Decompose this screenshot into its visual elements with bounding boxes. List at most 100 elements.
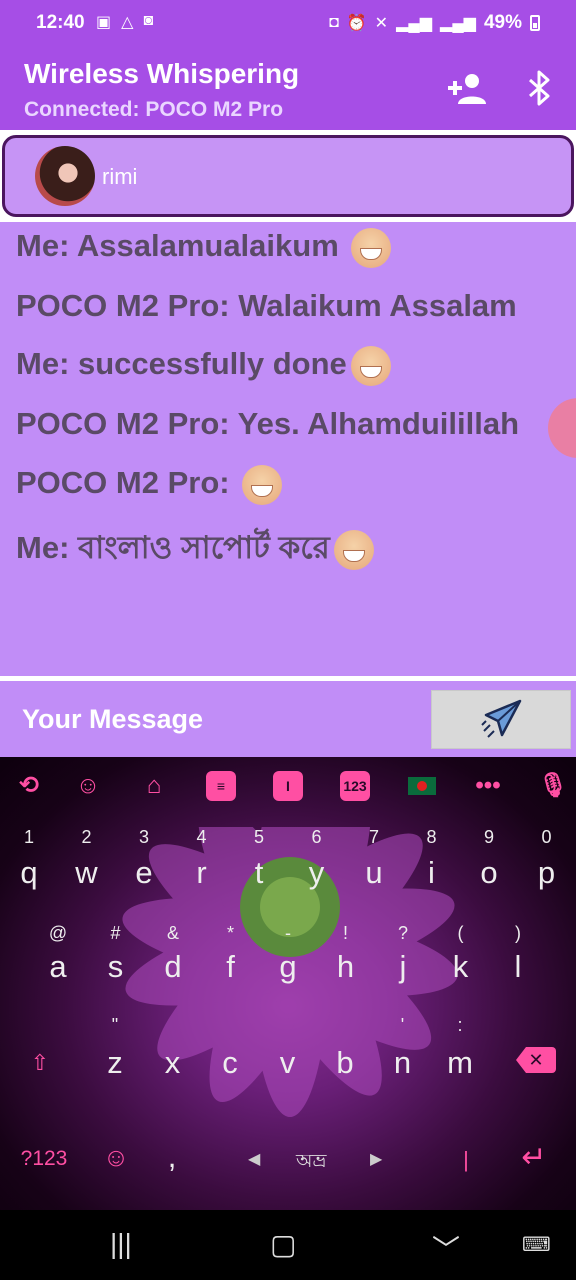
keyboard-toolbar: ⟲ ☺ ⌂ ≡ I 123 ••• 🎙 xyxy=(0,757,576,819)
hanger-icon: △ xyxy=(121,14,134,31)
key-hint: 5 xyxy=(253,827,264,847)
chat-area[interactable]: Me: Assalamualaikum POCO M2 Pro: Walaiku… xyxy=(0,222,576,676)
emoji-icon[interactable]: ☺ xyxy=(73,771,103,801)
more-icon[interactable]: ••• xyxy=(473,771,503,801)
key-hint: 7 xyxy=(368,827,379,847)
add-user-icon[interactable] xyxy=(448,72,488,106)
lock-icon: ◘ xyxy=(329,14,339,31)
key-hint: 6 xyxy=(311,827,322,847)
key-q[interactable]: q xyxy=(9,855,49,891)
key-m[interactable]: m xyxy=(440,1045,480,1081)
touch-indicator xyxy=(548,398,576,458)
message-text: Me: Assalamualaikum xyxy=(16,228,348,264)
connection-status: Connected: POCO M2 Pro xyxy=(24,98,284,121)
key-n[interactable]: n xyxy=(383,1045,423,1081)
key-i[interactable]: i xyxy=(412,855,452,891)
key-hint: : xyxy=(457,1015,463,1035)
back-icon[interactable]: ﹀ xyxy=(432,1228,460,1268)
key-hint: ! xyxy=(342,923,348,943)
key-a[interactable]: a xyxy=(38,949,78,985)
clipboard-icon[interactable]: ≡ xyxy=(206,771,236,801)
grimace-emoji-icon xyxy=(351,228,392,268)
send-icon xyxy=(481,699,522,738)
key-hint: 0 xyxy=(541,827,552,847)
message-text: POCO M2 Pro: xyxy=(16,465,239,501)
arrow-right-icon: ▶ xyxy=(370,1151,383,1168)
text-edit-icon[interactable]: I xyxy=(273,771,303,801)
app-bar: 12:40 ▣ △ ◙ ◘ ⏰ ✕ ▂▄▆ ▂▄▆ 49% Wireless W… xyxy=(0,0,576,130)
key-w[interactable]: w xyxy=(67,855,107,891)
period-key[interactable]: | xyxy=(446,1147,486,1173)
grin-emoji-icon xyxy=(242,465,283,505)
key-r[interactable]: r xyxy=(182,855,222,891)
comma-key[interactable]: , xyxy=(152,1139,192,1175)
bluetooth-icon[interactable] xyxy=(526,70,552,106)
numpad-button[interactable]: 123 xyxy=(340,771,370,801)
arrow-left-icon: ◀ xyxy=(248,1151,261,1168)
enter-icon[interactable]: ↵ xyxy=(514,1140,554,1175)
key-hint: 4 xyxy=(196,827,207,847)
key-t[interactable]: t xyxy=(239,855,279,891)
spacebar[interactable]: অভ্র xyxy=(296,1147,326,1179)
key-g[interactable]: g xyxy=(268,949,308,985)
key-hint: 3 xyxy=(138,827,149,847)
message: Me: successfully done xyxy=(16,346,391,386)
numbers-key[interactable]: ?123 xyxy=(14,1147,74,1171)
key-h[interactable]: h xyxy=(326,949,366,985)
key-y[interactable]: y xyxy=(297,855,337,891)
key-hint: ) xyxy=(515,923,521,943)
avatar xyxy=(35,146,95,206)
key-c[interactable]: c xyxy=(210,1045,250,1081)
key-k[interactable]: k xyxy=(441,949,481,985)
signal-2-icon: ▂▄▆ xyxy=(440,15,476,32)
message: Me: বাংলাও সাপোর্ট করে xyxy=(16,524,374,576)
microphone-icon[interactable]: 🎙 xyxy=(538,771,568,801)
video-call-icon: ▣ xyxy=(96,14,112,31)
message-text: Me: বাংলাও সাপোর্ট করে xyxy=(16,530,330,565)
key-hint: ( xyxy=(457,923,464,943)
shift-icon[interactable]: ⇧ xyxy=(24,1050,56,1076)
alarm-icon: ⏰ xyxy=(346,15,367,32)
contact-name: rimi xyxy=(102,164,138,189)
key-x[interactable]: x xyxy=(153,1045,193,1081)
message: POCO M2 Pro: Yes. Alhamduilillah xyxy=(16,406,519,442)
typing-icon[interactable]: ⟲ xyxy=(14,771,44,801)
home-icon[interactable]: ▢ xyxy=(270,1228,296,1261)
key-hint: 9 xyxy=(483,827,494,847)
key-e[interactable]: e xyxy=(124,855,164,891)
message-text: Me: successfully done xyxy=(16,346,347,382)
keyboard: ⟲ ☺ ⌂ ≡ I 123 ••• 🎙 1 q 2 w 3 e 4 r 5 t 6 y 7 u 8 i 9 o 0 p… xyxy=(0,757,576,1210)
recent-apps-icon[interactable]: ||| xyxy=(110,1228,132,1260)
key-l[interactable]: l xyxy=(498,949,538,985)
status-time: 12:40 xyxy=(36,12,85,33)
key-hint: * xyxy=(226,923,234,943)
key-u[interactable]: u xyxy=(354,855,394,891)
notification-icons: ▣ △ ◙ xyxy=(96,12,153,32)
contact-card[interactable]: rimi xyxy=(2,135,574,217)
key-v[interactable]: v xyxy=(268,1045,308,1081)
system-icons: ◘ ⏰ ✕ ▂▄▆ ▂▄▆ 49% xyxy=(329,12,540,34)
keyboard-hide-icon[interactable]: ⌨ xyxy=(522,1232,551,1257)
store-icon[interactable]: ⌂ xyxy=(139,771,169,801)
mute-icon: ✕ xyxy=(374,15,389,32)
key-d[interactable]: d xyxy=(153,949,193,985)
key-b[interactable]: b xyxy=(325,1045,365,1081)
navigation-bar: ||| ▢ ﹀ ⌨ xyxy=(0,1210,576,1280)
key-o[interactable]: o xyxy=(469,855,509,891)
key-f[interactable]: f xyxy=(211,949,251,985)
bangladesh-flag-icon[interactable] xyxy=(408,777,436,795)
send-button[interactable] xyxy=(431,690,571,749)
message-text: POCO M2 Pro: Walaikum Assalam xyxy=(16,288,517,323)
grin-emoji-icon xyxy=(350,346,391,386)
message: Me: Assalamualaikum xyxy=(16,228,392,268)
key-hint: # xyxy=(110,923,121,943)
message-input[interactable] xyxy=(10,691,420,747)
emoji-key-icon[interactable]: ☺ xyxy=(100,1142,132,1173)
key-hint: - xyxy=(285,923,291,943)
key-j[interactable]: j xyxy=(383,949,423,985)
status-bar: 12:40 ▣ △ ◙ ◘ ⏰ ✕ ▂▄▆ ▂▄▆ 49% xyxy=(0,0,576,46)
key-z[interactable]: z xyxy=(95,1045,135,1081)
key-p[interactable]: p xyxy=(527,855,567,891)
grin-emoji-icon xyxy=(333,529,374,570)
key-s[interactable]: s xyxy=(96,949,136,985)
